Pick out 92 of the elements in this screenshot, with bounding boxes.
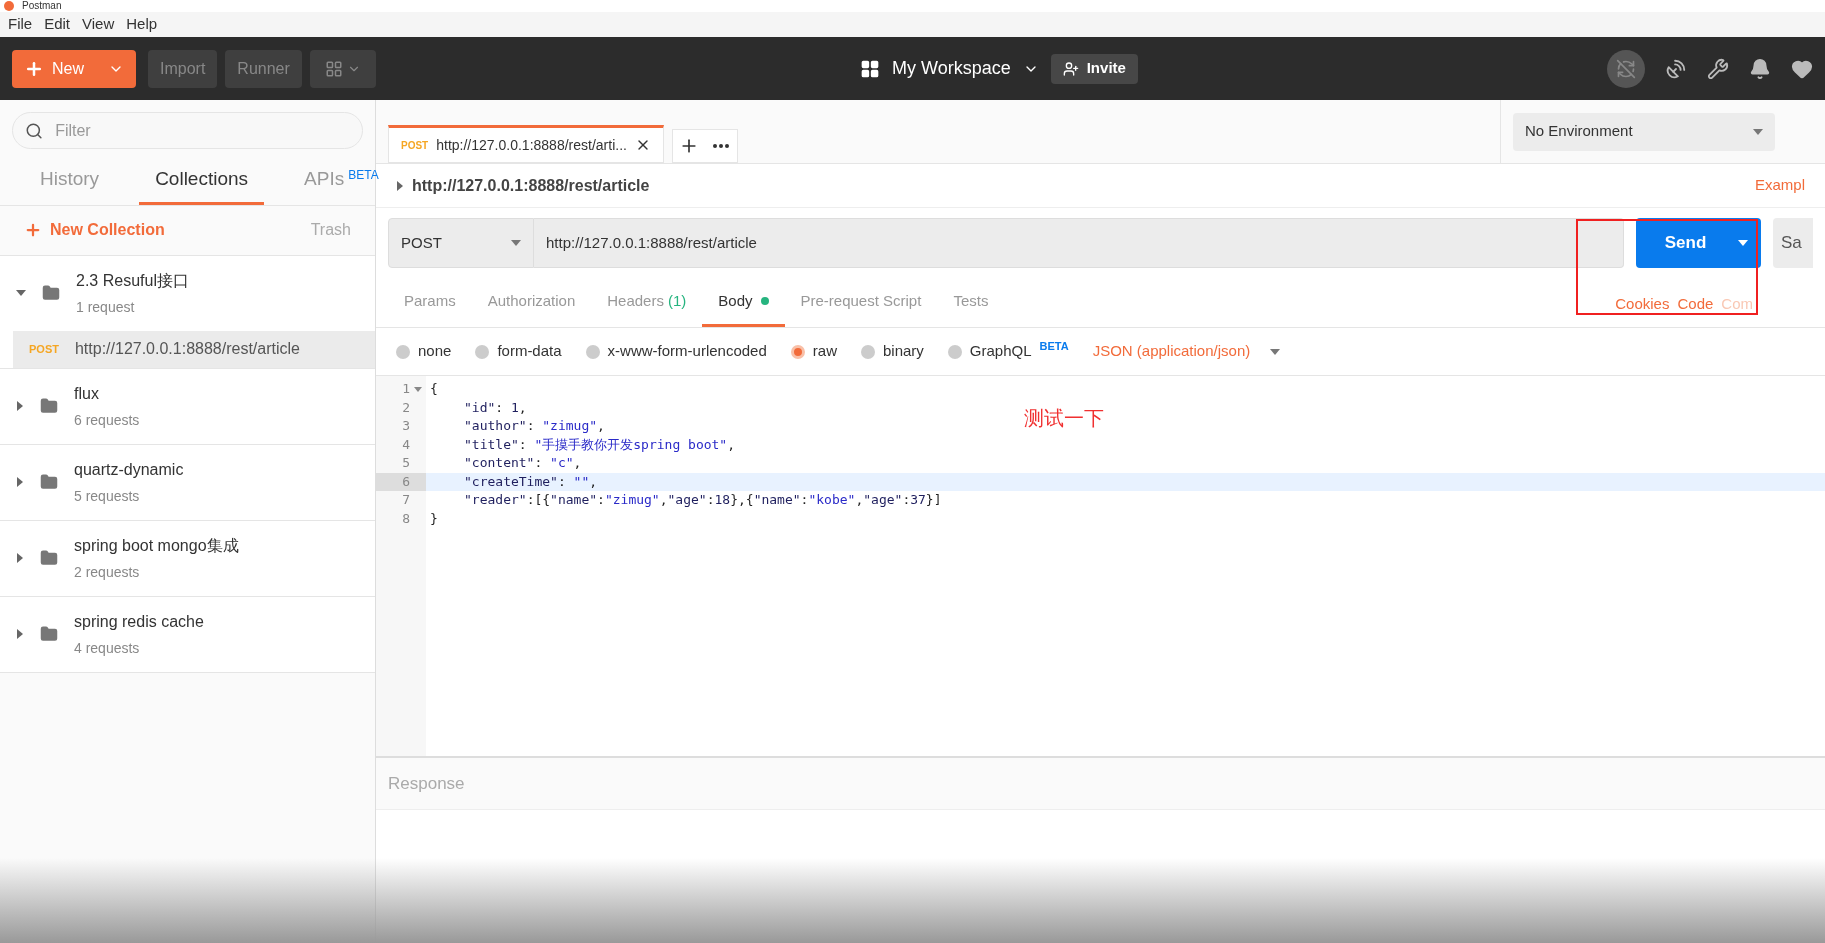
environment-dropdown[interactable]: No Environment — [1513, 112, 1775, 151]
method-label: POST — [401, 138, 429, 153]
body-type-radio[interactable]: raw — [790, 340, 837, 363]
collection-name: spring boot mongo集成 — [74, 535, 239, 556]
sync-off-icon[interactable] — [1607, 49, 1645, 88]
new-window-button[interactable] — [309, 49, 376, 88]
request-count: 1 request — [76, 297, 136, 317]
code-line: "content": "c", — [464, 454, 582, 472]
request-count: 2 requests — [74, 562, 141, 582]
plus-icon — [24, 221, 42, 239]
collection-name: quartz-dynamic — [74, 459, 184, 480]
caret-down-icon[interactable] — [16, 289, 26, 297]
save-button[interactable]: Sa — [1773, 218, 1813, 268]
line-number: 7 — [402, 491, 410, 509]
send-button[interactable]: Send — [1636, 218, 1761, 268]
collection-item[interactable]: spring boot mongo集成 2 requests — [0, 520, 375, 596]
line-number: 3 — [402, 417, 410, 435]
caret-right-icon[interactable] — [16, 401, 24, 411]
code-line: "reader":[{"name":"zimug","age":18},{"name":"kobe","age":37}] — [464, 491, 942, 509]
tab-title: http://127.0.0.1:8888/rest/arti... — [436, 135, 627, 155]
line-number: 4 — [402, 435, 410, 454]
method-label: POST — [29, 341, 59, 357]
satellite-icon[interactable] — [1665, 57, 1687, 80]
folder-icon — [40, 549, 58, 567]
method-dropdown[interactable]: POST — [388, 218, 534, 268]
folder-icon — [40, 397, 58, 415]
caret-right-icon[interactable] — [16, 629, 24, 639]
request-item[interactable]: POST http://127.0.0.1:8888/rest/article — [13, 330, 375, 368]
url-field[interactable]: http://127.0.0.1:8888/rest/article — [534, 218, 1624, 268]
request-count: 5 requests — [74, 486, 141, 506]
caret-down-icon — [1270, 348, 1281, 355]
code-line: "title": "手摸手教你开发spring boot", — [464, 435, 736, 454]
request-count: 4 requests — [74, 638, 141, 658]
search-icon — [25, 120, 44, 141]
body-type-radio[interactable]: form-data — [475, 340, 562, 363]
code-editor[interactable]: 1 2 3 4 5 6 7 8 { "id": 1, "author": "zimug", "title": "手摸手教你开发spring boot", "content": "c", "createTime": "", "reader":[{"name":"zimug","age":18},{"name":"kobe","age":37}] } 测试一下 — [376, 376, 1825, 756]
window-plus-icon — [324, 59, 343, 78]
line-number: 6 — [402, 472, 410, 491]
section-tab[interactable]: Body — [702, 289, 785, 327]
caret-down-icon — [511, 240, 521, 246]
caret-down-icon — [1738, 240, 1749, 246]
code-line: "id": 1, — [464, 398, 527, 417]
body-type-radio[interactable]: none — [396, 340, 452, 363]
window-title: Postman — [22, 1, 62, 11]
line-number: 1 — [402, 380, 410, 398]
code-line: "createTime": "", — [464, 472, 598, 491]
app-logo-icon — [4, 1, 14, 11]
folder-icon — [40, 473, 58, 491]
annotation-text: 测试一下 — [1024, 409, 1104, 428]
wrench-icon[interactable] — [1707, 57, 1729, 80]
request-count: 6 requests — [74, 410, 140, 430]
code-line: "author": "zimug", — [464, 417, 605, 435]
collection-item[interactable]: quartz-dynamic 5 requests — [0, 444, 375, 520]
collection-name: spring redis cache — [74, 611, 204, 632]
sidebar-tab[interactable]: Collections — [139, 161, 265, 205]
line-number: 5 — [402, 454, 410, 472]
caret-right-icon[interactable] — [396, 180, 404, 191]
collection-name: 2.3 Resuful接口 — [76, 270, 189, 291]
collection-item[interactable]: spring redis cache 4 requests — [0, 596, 375, 672]
bell-icon[interactable] — [1749, 57, 1771, 80]
invite-button[interactable]: Invite — [1050, 53, 1138, 84]
more-icon — [712, 144, 729, 148]
grid-icon — [860, 58, 880, 79]
body-type-radio[interactable]: binary — [860, 340, 924, 363]
request-name: http://127.0.0.1:8888/rest/article — [412, 175, 650, 196]
line-number: 2 — [402, 398, 410, 417]
caret-down-icon — [1753, 128, 1763, 135]
workspace-dropdown[interactable]: My Workspace — [860, 55, 1039, 82]
code-line: } — [430, 509, 438, 528]
filter-input[interactable]: Filter — [55, 118, 350, 143]
response-label: Response — [388, 772, 465, 795]
user-plus-icon — [1062, 60, 1079, 77]
folder-icon — [40, 625, 58, 643]
code-line: { — [430, 380, 438, 398]
body-type-radio[interactable]: GraphQL $^{BETA}$ — [947, 340, 1069, 363]
request-url: http://127.0.0.1:8888/rest/article — [74, 339, 300, 359]
collection-item[interactable]: flux 6 requests — [0, 368, 375, 444]
menu-item[interactable]: Edit — [44, 13, 71, 36]
collection-item[interactable]: 2.3 Resuful接口 1 request — [0, 255, 375, 331]
caret-right-icon[interactable] — [16, 553, 24, 563]
request-tab[interactable]: POST http://127.0.0.1:8888/rest/arti... — [388, 125, 664, 163]
menu-item[interactable]: Help — [126, 13, 158, 36]
line-number: 8 — [402, 509, 410, 528]
menu-item[interactable]: View — [82, 13, 115, 36]
filter-field[interactable]: Filter — [12, 112, 363, 149]
collection-name: flux — [74, 383, 100, 404]
caret-right-icon[interactable] — [16, 477, 24, 487]
fold-caret-icon[interactable] — [414, 386, 422, 392]
body-type-radio[interactable]: x-www-form-urlencoded — [585, 340, 767, 363]
sidebar-tab[interactable]: APIs $^{BETA}$ — [288, 161, 395, 205]
menu-item[interactable]: File — [8, 13, 33, 36]
folder-icon — [42, 284, 60, 302]
